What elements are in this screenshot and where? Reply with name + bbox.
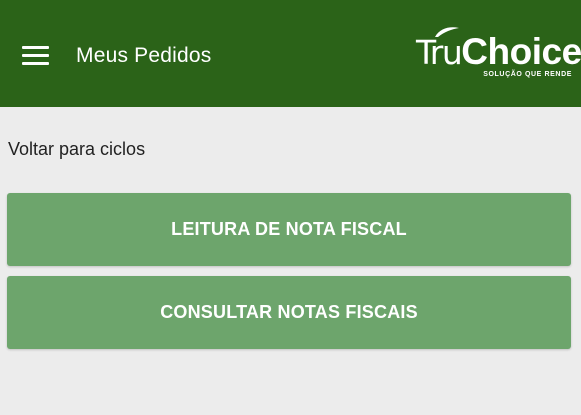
read-invoice-button[interactable]: LEITURA DE NOTA FISCAL (7, 193, 571, 266)
page-title: Meus Pedidos (76, 44, 212, 67)
logo-text-choice: Choice (461, 31, 581, 72)
logo-text-tru: Tru (416, 33, 463, 72)
logo-wordmark: TruChoice (416, 32, 581, 73)
app-screen: Meus Pedidos TruChoice SOLUÇÃO QUE RENDE… (0, 0, 581, 415)
truchoice-logo: TruChoice SOLUÇÃO QUE RENDE (416, 26, 581, 82)
consult-invoices-button[interactable]: CONSULTAR NOTAS FISCAIS (7, 276, 571, 349)
menu-line (22, 46, 49, 49)
menu-line (22, 54, 49, 57)
hamburger-menu-icon[interactable] (18, 40, 52, 70)
menu-line (22, 62, 49, 65)
logo-tagline: SOLUÇÃO QUE RENDE (483, 71, 572, 78)
top-app-bar: Meus Pedidos TruChoice SOLUÇÃO QUE RENDE (0, 0, 581, 107)
back-to-cycles-link[interactable]: Voltar para ciclos (8, 138, 145, 160)
